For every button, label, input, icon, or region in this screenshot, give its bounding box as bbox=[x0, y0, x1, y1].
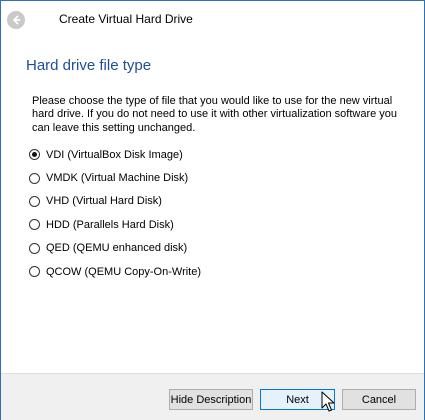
file-type-options: VDI (VirtualBox Disk Image) VMDK (Virtua… bbox=[29, 143, 201, 283]
back-arrow-icon bbox=[13, 15, 21, 25]
option-label: VDI (VirtualBox Disk Image) bbox=[46, 148, 183, 161]
radio-button[interactable] bbox=[29, 219, 40, 231]
option-vmdk[interactable]: VMDK (Virtual Machine Disk) bbox=[29, 166, 201, 189]
hide-description-button[interactable]: Hide Description bbox=[169, 389, 253, 410]
radio-button[interactable] bbox=[29, 242, 40, 254]
option-label: VHD (Virtual Hard Disk) bbox=[46, 195, 162, 208]
back-button[interactable] bbox=[7, 11, 25, 29]
cancel-button[interactable]: Cancel bbox=[342, 389, 416, 410]
radio-button[interactable] bbox=[29, 195, 40, 207]
option-label: VMDK (Virtual Machine Disk) bbox=[46, 172, 189, 185]
radio-button[interactable] bbox=[29, 266, 40, 278]
radio-button[interactable] bbox=[29, 149, 40, 161]
option-label: HDD (Parallels Hard Disk) bbox=[46, 218, 174, 231]
next-button[interactable]: Next bbox=[260, 389, 335, 410]
page-description: Please choose the type of file that you … bbox=[32, 95, 398, 134]
window-title: Create Virtual Hard Drive bbox=[59, 12, 193, 26]
option-vdi[interactable]: VDI (VirtualBox Disk Image) bbox=[29, 143, 201, 166]
option-label: QCOW (QEMU Copy-On-Write) bbox=[46, 265, 202, 278]
title-bar: Create Virtual Hard Drive bbox=[1, 1, 424, 38]
option-qcow[interactable]: QCOW (QEMU Copy-On-Write) bbox=[29, 260, 201, 283]
option-qed[interactable]: QED (QEMU enhanced disk) bbox=[29, 237, 201, 260]
page-title: Hard drive file type bbox=[26, 57, 152, 74]
radio-button[interactable] bbox=[29, 172, 40, 184]
option-vhd[interactable]: VHD (Virtual Hard Disk) bbox=[29, 190, 201, 213]
option-label: QED (QEMU enhanced disk) bbox=[46, 242, 188, 255]
button-bar: Hide Description Next Cancel bbox=[1, 373, 424, 420]
create-virtual-hard-drive-dialog: Create Virtual Hard Drive Hard drive fil… bbox=[0, 0, 425, 420]
option-hdd[interactable]: HDD (Parallels Hard Disk) bbox=[29, 213, 201, 236]
